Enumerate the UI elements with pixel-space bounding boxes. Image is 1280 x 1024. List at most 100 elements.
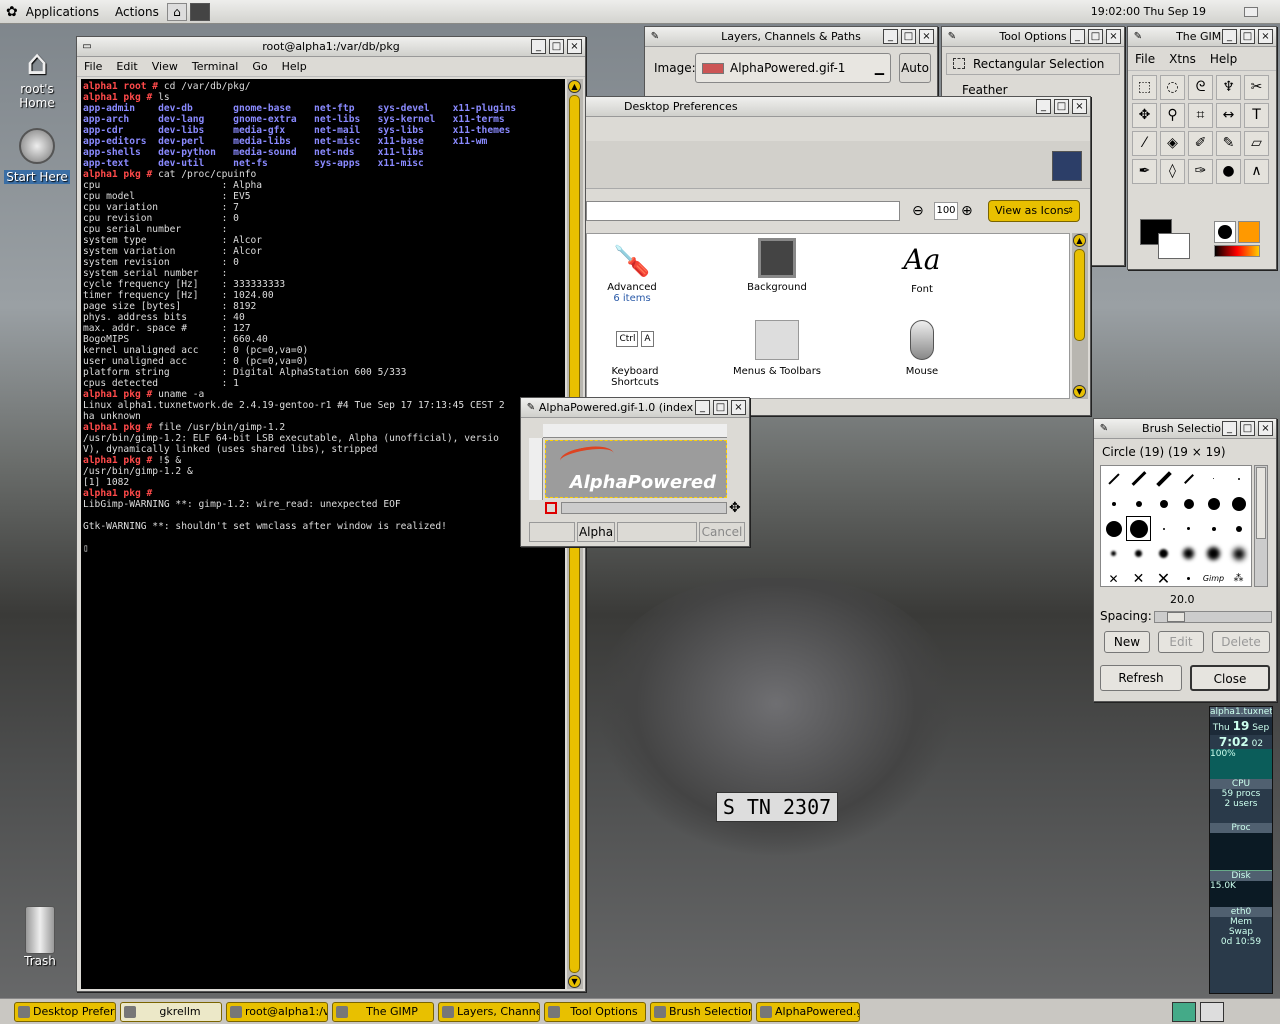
brush-cell[interactable] bbox=[1176, 516, 1201, 541]
trash-desktop-icon[interactable]: Trash bbox=[3, 906, 77, 968]
gimp-titlebar[interactable]: ✎ The GIMP _ □ × bbox=[1128, 27, 1276, 47]
gimp-menu-xtns[interactable]: Xtns bbox=[1162, 52, 1203, 66]
blur-tool-icon[interactable]: ◊ bbox=[1160, 159, 1185, 184]
prefs-scrollbar[interactable]: ▲ ▼ bbox=[1072, 233, 1088, 399]
move-tool-icon[interactable]: ✥ bbox=[1132, 103, 1157, 128]
fuzzy-select-tool-icon[interactable]: ♆ bbox=[1216, 75, 1241, 100]
image-canvas[interactable]: AlphaPowered bbox=[545, 440, 727, 498]
layers-window[interactable]: ✎ Layers, Channels & Paths _ □ × Image: Al… bbox=[644, 26, 938, 100]
brush-cell[interactable] bbox=[1101, 491, 1126, 516]
gimp-toolbox-window[interactable]: ✎ The GIMP _ □ × File Xtns Help ⬚ ◌ ᘓ ♆ ✂ … bbox=[1127, 26, 1277, 270]
brush-cell[interactable] bbox=[1201, 491, 1226, 516]
menu-file[interactable]: File bbox=[77, 60, 109, 73]
brush-cell[interactable] bbox=[1101, 541, 1126, 566]
brush-cell[interactable] bbox=[1226, 466, 1251, 491]
magnify-tool-icon[interactable]: ⚲ bbox=[1160, 103, 1185, 128]
terminal-launcher-icon[interactable] bbox=[189, 2, 210, 21]
brush-cell[interactable] bbox=[1176, 566, 1201, 591]
pref-item-background[interactable]: Background bbox=[737, 238, 817, 293]
edit-brush-button[interactable]: Edit bbox=[1158, 631, 1204, 653]
gnome-foot-icon[interactable]: ✿ bbox=[6, 4, 18, 20]
window-menu-icon[interactable]: ✎ bbox=[649, 31, 661, 43]
image-titlebar[interactable]: ✎ AlphaPowered.gif-1.0 (index _ □ × bbox=[521, 398, 749, 418]
pref-item-advanced[interactable]: 🪛 Advanced 6 items bbox=[597, 242, 667, 304]
scroll-thumb[interactable] bbox=[1074, 249, 1085, 341]
flip-tool-icon[interactable]: ↔ bbox=[1216, 103, 1241, 128]
close-button[interactable]: × bbox=[919, 29, 934, 44]
close-button[interactable]: × bbox=[1072, 99, 1087, 114]
maximize-button[interactable]: □ bbox=[549, 39, 564, 54]
task-desktop-preferences[interactable]: Desktop Preferen bbox=[14, 1002, 116, 1022]
window-menu-icon[interactable]: ✎ bbox=[1098, 423, 1110, 435]
crop-tool-icon[interactable]: ⌗ bbox=[1188, 103, 1213, 128]
airbrush-tool-icon[interactable]: ✒ bbox=[1132, 159, 1157, 184]
brush-cell[interactable]: ✕ bbox=[1151, 566, 1176, 591]
brush-cell[interactable] bbox=[1151, 466, 1176, 491]
brush-cell[interactable] bbox=[1101, 516, 1126, 541]
pref-item-keyboard-shortcuts[interactable]: Ctrl A Keyboard Shortcuts bbox=[587, 331, 683, 388]
window-menu-icon[interactable]: ▭ bbox=[81, 41, 93, 53]
task-layers[interactable]: Layers, Channels bbox=[438, 1002, 540, 1022]
zoom-out-icon[interactable]: ⊖ bbox=[912, 203, 924, 219]
feather-checkbox-label[interactable]: Feather bbox=[962, 83, 1008, 97]
window-menu-icon[interactable]: ✎ bbox=[1132, 31, 1144, 43]
image-select[interactable]: AlphaPowered.gif-1 ▁ bbox=[695, 53, 891, 83]
measure-tool-icon[interactable]: ∧ bbox=[1244, 159, 1269, 184]
task-gimp[interactable]: The GIMP bbox=[332, 1002, 434, 1022]
spacing-slider[interactable] bbox=[1154, 611, 1272, 623]
menu-view[interactable]: View bbox=[145, 60, 185, 73]
pattern-indicator[interactable] bbox=[1238, 221, 1260, 243]
maximize-button[interactable]: □ bbox=[713, 400, 728, 415]
auto-button[interactable]: Auto bbox=[899, 53, 931, 83]
dodge-tool-icon[interactable]: ● bbox=[1216, 159, 1241, 184]
rect-select-tool-icon[interactable]: ⬚ bbox=[1132, 75, 1157, 100]
image-hscrollbar[interactable] bbox=[561, 502, 727, 514]
task-tool-options[interactable]: Tool Options bbox=[544, 1002, 646, 1022]
qmask-icon[interactable] bbox=[545, 502, 557, 514]
brush-cell[interactable]: ✕ bbox=[1101, 566, 1126, 591]
lasso-tool-icon[interactable]: ᘓ bbox=[1188, 75, 1213, 100]
workspace-switcher-2[interactable] bbox=[1200, 1002, 1224, 1022]
brush-cell[interactable] bbox=[1126, 491, 1151, 516]
menu-terminal[interactable]: Terminal bbox=[185, 60, 246, 73]
close-button[interactable]: × bbox=[731, 400, 746, 415]
image-window[interactable]: ✎ AlphaPowered.gif-1.0 (index _ □ × AlphaP… bbox=[520, 397, 750, 547]
delete-brush-button[interactable]: Delete bbox=[1212, 631, 1270, 653]
scroll-down-arrow[interactable]: ▼ bbox=[568, 975, 581, 988]
brush-cell[interactable] bbox=[1226, 516, 1251, 541]
scroll-down-arrow[interactable]: ▼ bbox=[1073, 385, 1086, 398]
brush-cell[interactable] bbox=[1201, 541, 1226, 566]
close-brushes-button[interactable]: Close bbox=[1190, 665, 1270, 691]
tool-options-titlebar[interactable]: ✎ Tool Options _ □ × bbox=[942, 27, 1124, 47]
brush-cell[interactable] bbox=[1226, 541, 1251, 566]
desktop-preferences-window[interactable]: Desktop Preferences _ □ × ⊖ 100 ⊕ View as … bbox=[585, 96, 1091, 416]
brush-cell[interactable] bbox=[1126, 541, 1151, 566]
maximize-button[interactable]: □ bbox=[1088, 29, 1103, 44]
window-menu-icon[interactable]: ✎ bbox=[946, 31, 958, 43]
brush-cell[interactable] bbox=[1176, 466, 1201, 491]
ellipse-select-tool-icon[interactable]: ◌ bbox=[1160, 75, 1185, 100]
window-menu-icon[interactable]: ✎ bbox=[525, 402, 537, 414]
brush-cell[interactable] bbox=[1226, 491, 1251, 516]
text-tool-icon[interactable]: T bbox=[1244, 103, 1269, 128]
minimize-button[interactable]: _ bbox=[531, 39, 546, 54]
gimp-menu-file[interactable]: File bbox=[1128, 52, 1162, 66]
brush-cell[interactable] bbox=[1201, 516, 1226, 541]
pref-item-mouse[interactable]: Mouse bbox=[887, 320, 957, 377]
new-brush-button[interactable]: New bbox=[1104, 631, 1150, 653]
zoom-level[interactable]: 100 bbox=[934, 202, 958, 220]
home-desktop-icon[interactable]: ⌂ root's Home bbox=[0, 44, 74, 110]
menu-go[interactable]: Go bbox=[245, 60, 274, 73]
brush-cell[interactable]: Gimp bbox=[1201, 566, 1226, 591]
task-terminal[interactable]: root@alpha1:/var bbox=[226, 1002, 328, 1022]
scroll-up-arrow[interactable]: ▲ bbox=[1073, 234, 1086, 247]
brush-cell[interactable] bbox=[1126, 466, 1151, 491]
layers-titlebar[interactable]: ✎ Layers, Channels & Paths _ □ × bbox=[645, 27, 937, 47]
color-picker-icon[interactable]: ⁄ bbox=[1132, 131, 1157, 156]
close-button[interactable]: × bbox=[567, 39, 582, 54]
zoom-in-icon[interactable]: ⊕ bbox=[961, 203, 973, 219]
cancel-button[interactable]: Cancel bbox=[699, 522, 745, 542]
maximize-button[interactable]: □ bbox=[1054, 99, 1069, 114]
eraser-tool-icon[interactable]: ▱ bbox=[1244, 131, 1269, 156]
workspace-switcher[interactable] bbox=[1172, 1002, 1196, 1022]
